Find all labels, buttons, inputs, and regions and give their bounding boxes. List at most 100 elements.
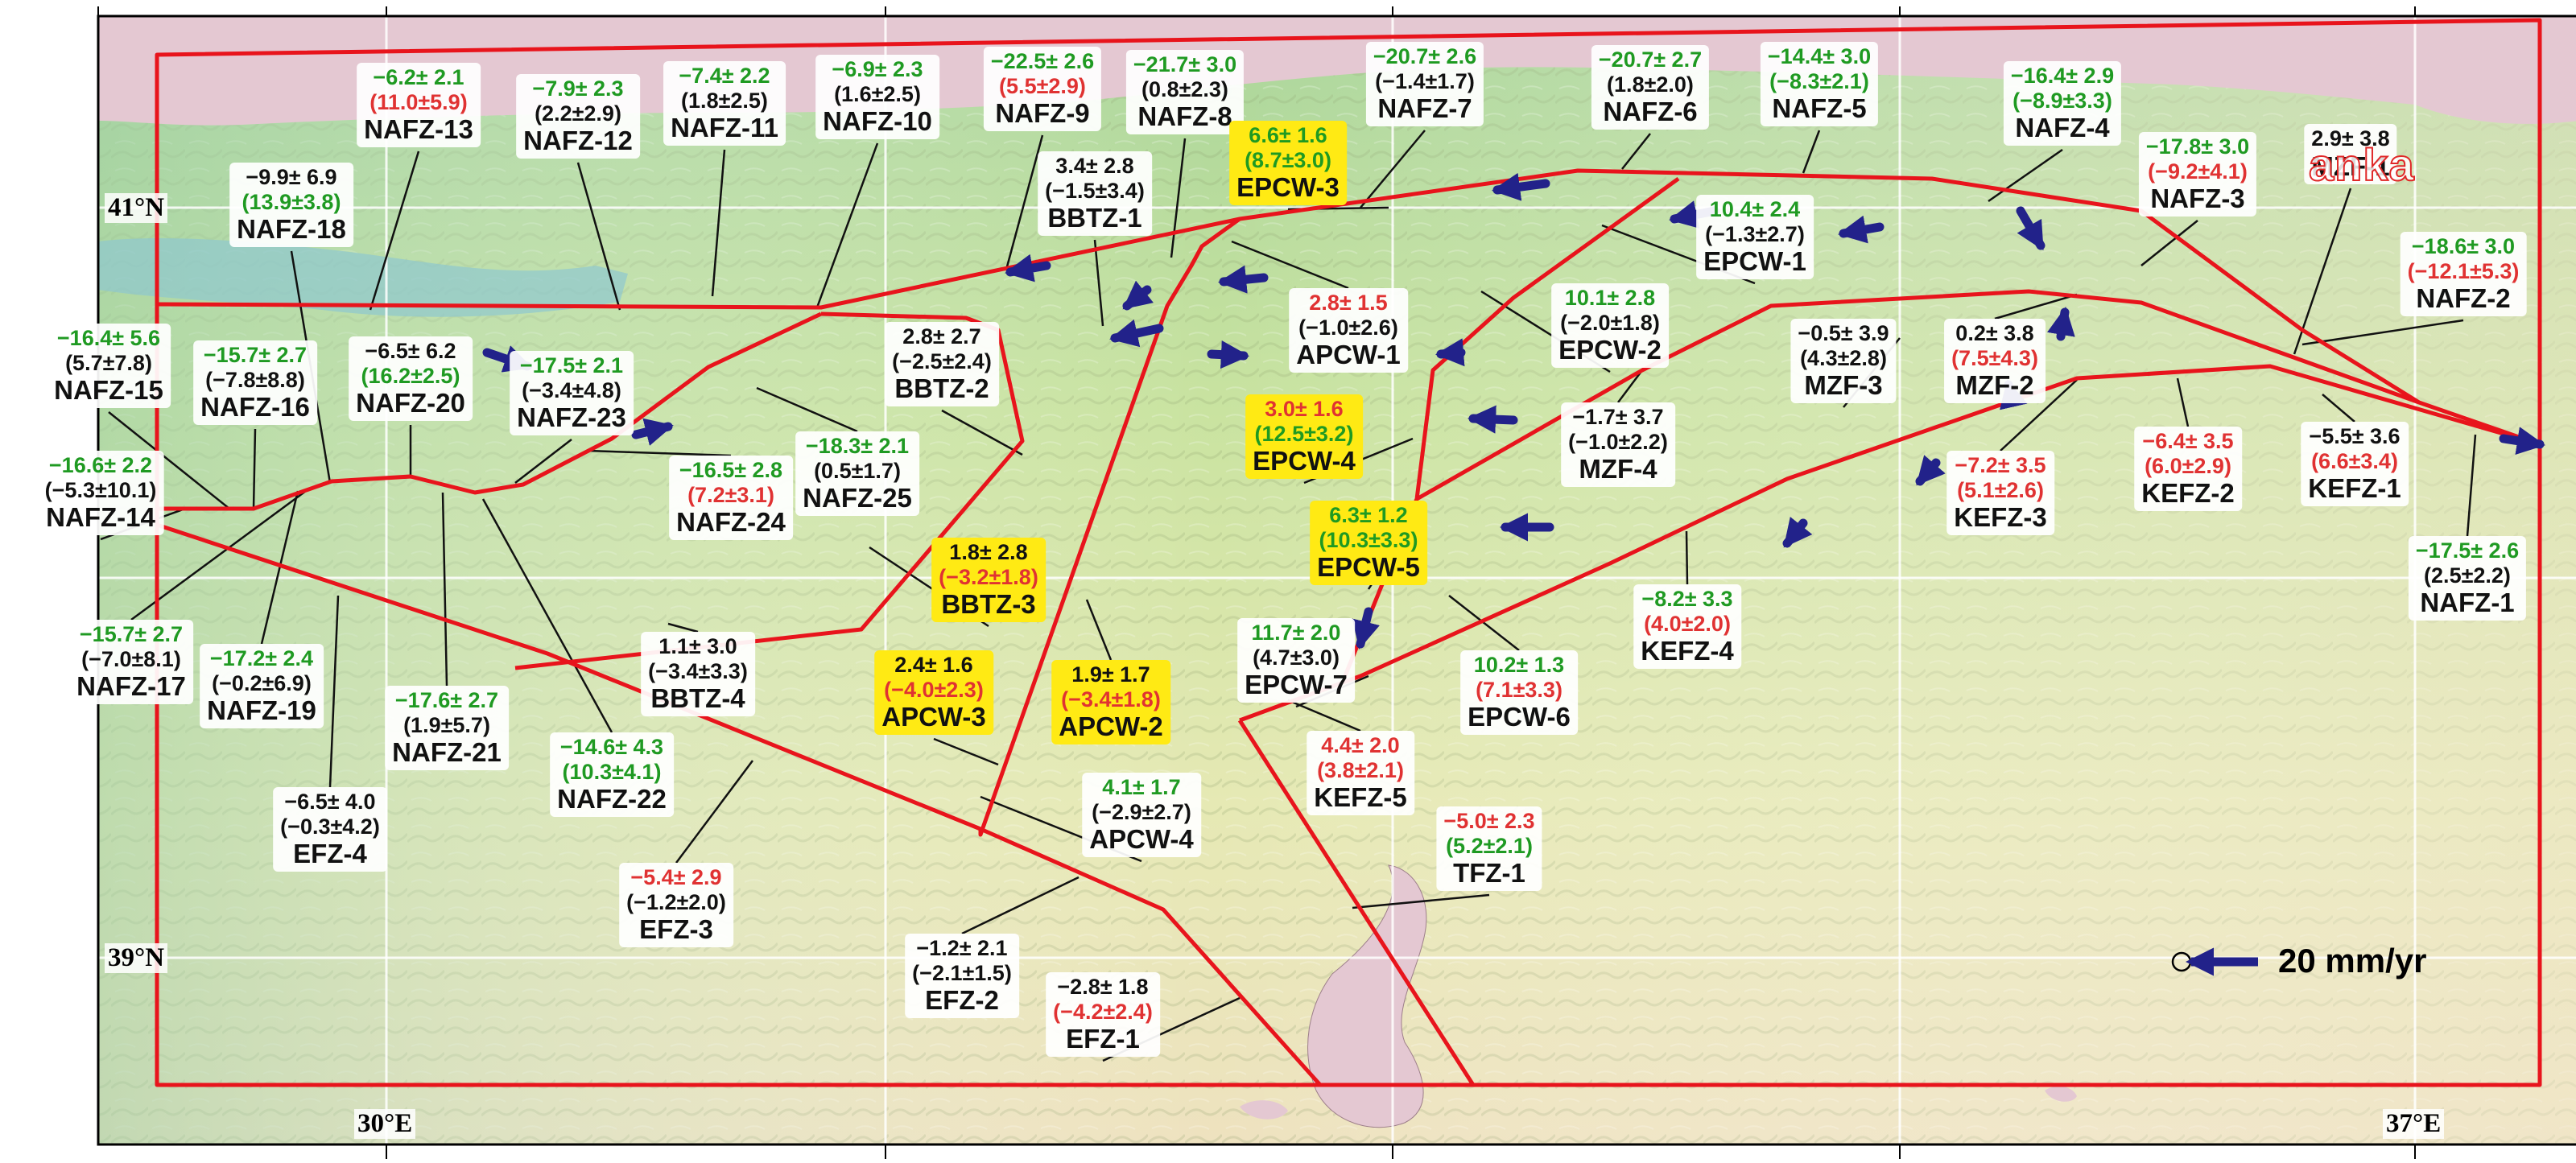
block-label-efz-3: −5.4± 2.9 (−1.2±2.0) EFZ-3 [619,863,733,948]
rate-value-bbtz-3: 1.8± 2.8 [949,540,1028,564]
block-label-nafz-23: −17.5± 2.1 (−3.4±4.8) NAFZ-23 [510,351,634,436]
block-name-nafz-18: NAFZ-18 [237,214,346,244]
block-name-kefz-5: KEFZ-5 [1314,782,1407,812]
rate-value-nafz-20: −6.5± 6.2 [365,339,456,363]
rate-value-nafz-3: −17.8± 3.0 [2145,134,2250,159]
rate-secondary-bbtz-4: (−3.4±3.3) [648,658,748,683]
rate-secondary-apcw-1: (−1.0±2.6) [1298,315,1398,340]
block-label-nafz-20: −6.5± 6.2 (16.2±2.5) NAFZ-20 [349,336,473,422]
rate-value-efz-1: −2.8± 1.8 [1057,975,1149,999]
rate-secondary-nafz-12: (2.2±2.9) [535,101,621,126]
rate-value-kefz-2: −6.4± 3.5 [2142,429,2234,453]
block-name-efz-4: EFZ-4 [293,839,367,868]
block-label-epcw-3: 6.6± 1.6 (8.7±3.0) EPCW-3 [1229,121,1347,206]
block-name-efz-1: EFZ-1 [1066,1024,1140,1054]
rate-value-nafz-23: −17.5± 2.1 [519,353,624,377]
rate-secondary-nafz-22: (10.3±4.1) [562,759,662,784]
block-label-tfz-1: −5.0± 2.3 (5.2±2.1) TFZ-1 [1436,806,1542,892]
rate-secondary-nafz-5: (−8.3±2.1) [1769,68,1869,93]
block-label-nafz-14: −16.6± 2.2 (−5.3±10.1) NAFZ-14 [37,451,164,536]
rate-secondary-nafz-10: (1.6±2.5) [834,81,921,106]
block-label-nafz-9: −22.5± 2.6 (5.5±2.9) NAFZ-9 [983,47,1102,132]
block-name-mzf-2: MZF-2 [1955,370,2034,400]
rate-secondary-tfz-1: (5.2±2.1) [1446,833,1533,858]
block-name-epcw-2: EPCW-2 [1558,335,1662,365]
rate-secondary-kefz-2: (6.0±2.9) [2145,453,2231,478]
block-label-bbtz-2: 2.8± 2.7 (−2.5±2.4) BBTZ-2 [885,322,999,407]
block-label-nafz-4: −16.4± 2.9 (−8.9±3.3) NAFZ-4 [2003,61,2122,146]
rate-value-bbtz-1: 3.4± 2.8 [1055,154,1134,178]
block-label-nafz-5: −14.4± 3.0 (−8.3±2.1) NAFZ-5 [1760,42,1879,127]
block-label-mzf-3: −0.5± 3.9 (4.3±2.8) MZF-3 [1790,319,1897,404]
rate-secondary-nafz-2: (−12.1±5.3) [2407,258,2520,283]
block-name-efz-2: EFZ-2 [925,985,999,1015]
block-name-nafz-17: NAFZ-17 [76,671,186,701]
block-label-kefz-5: 4.4± 2.0 (3.8±2.1) KEFZ-5 [1307,731,1414,816]
rate-value-epcw-6: 10.2± 1.3 [1473,653,1565,677]
rate-value-kefz-3: −7.2± 3.5 [1955,453,2046,477]
block-label-nafz-10: −6.9± 2.3 (1.6±2.5) NAFZ-10 [815,55,939,140]
block-name-epcw-7: EPCW-7 [1245,670,1348,699]
rate-secondary-nafz-7: (−1.4±1.7) [1375,68,1475,93]
block-label-kefz-4: −8.2± 3.3 (4.0±2.0) KEFZ-4 [1633,584,1741,670]
rate-value-nafz-12: −7.9± 2.3 [532,76,624,101]
rate-value-mzf-4: −1.7± 3.7 [1572,405,1664,429]
rate-secondary-nafz-20: (16.2±2.5) [361,363,460,388]
rate-secondary-nafz-25: (0.5±1.7) [814,458,901,483]
block-label-nafz-25: −18.3± 2.1 (0.5±1.7) NAFZ-25 [795,431,919,517]
block-name-nafz-9: NAFZ-9 [995,98,1090,128]
rate-secondary-bbtz-3: (−3.2±1.8) [939,564,1038,589]
block-name-nafz-1: NAFZ-1 [2420,588,2515,617]
rate-secondary-bbtz-1: (−1.5±3.4) [1045,178,1145,203]
rate-secondary-mzf-4: (−1.0±2.2) [1568,429,1668,454]
rate-value-kefz-1: −5.5± 3.6 [2309,424,2401,448]
rate-value-nafz-16: −15.7± 2.7 [203,343,308,367]
rate-value-nafz-11: −7.4± 2.2 [679,64,770,88]
block-label-mzf-4: −1.7± 3.7 (−1.0±2.2) MZF-4 [1561,402,1675,488]
block-label-nafz-19: −17.2± 2.4 (−0.2±6.9) NAFZ-19 [200,644,324,729]
block-name-nafz-22: NAFZ-22 [557,784,667,814]
block-name-nafz-24: NAFZ-24 [676,507,786,537]
rate-secondary-nafz-4: (−8.9±3.3) [2013,88,2112,113]
rate-secondary-mzf-2: (7.5±4.3) [1951,345,2038,370]
rate-value-nafz-2: −18.6± 3.0 [2411,234,2516,258]
block-label-nafz-3: −17.8± 3.0 (−9.2±4.1) NAFZ-3 [2138,132,2257,217]
block-label-nafz-2: −18.6± 3.0 (−12.1±5.3) NAFZ-2 [2400,232,2527,317]
rate-value-epcw-5: 6.3± 1.2 [1329,503,1408,527]
velocity-arrow [2047,307,2075,341]
rate-value-kefz-4: −8.2± 3.3 [1641,587,1733,611]
rate-value-epcw-1: 10.4± 2.4 [1709,197,1801,221]
rate-secondary-nafz-14: (−5.3±10.1) [44,477,157,502]
rate-secondary-efz-4: (−0.3±4.2) [280,814,380,839]
block-label-efz-4: −6.5± 4.0 (−0.3±4.2) EFZ-4 [273,787,387,872]
block-label-apcw-4: 4.1± 1.7 (−2.9±2.7) APCW-4 [1082,773,1201,858]
block-name-epcw-6: EPCW-6 [1468,702,1571,732]
block-label-epcw-1: 10.4± 2.4 (−1.3±2.7) EPCW-1 [1696,195,1814,280]
block-name-nafz-3: NAFZ-3 [2150,184,2245,213]
rate-secondary-efz-3: (−1.2±2.0) [626,889,726,914]
block-name-mzf-3: MZF-3 [1804,370,1883,400]
rate-value-nafz-6: −20.7± 2.7 [1598,47,1703,72]
block-label-bbtz-1: 3.4± 2.8 (−1.5±3.4) BBTZ-1 [1038,151,1152,237]
rate-value-nafz-21: −17.6± 2.7 [394,688,499,712]
rate-secondary-epcw-6: (7.1±3.3) [1476,677,1563,702]
block-label-apcw-3: 2.4± 1.6 (−4.0±2.3) APCW-3 [874,650,993,736]
block-label-efz-1: −2.8± 1.8 (−4.2±2.4) EFZ-1 [1046,972,1160,1058]
block-label-epcw-7: 11.7± 2.0 (4.7±3.0) EPCW-7 [1237,618,1355,703]
rate-value-apcw-2: 1.9± 1.7 [1071,662,1150,687]
block-label-nafz-11: −7.4± 2.2 (1.8±2.5) NAFZ-11 [663,61,786,146]
rate-value-nafz-4: −16.4± 2.9 [2010,64,2115,88]
block-name-nafz-19: NAFZ-19 [207,695,316,725]
rate-value-nafz-8: −21.7± 3.0 [1133,52,1237,76]
rate-value-bbtz-4: 1.1± 3.0 [658,634,737,658]
block-name-nafz-8: NAFZ-8 [1137,101,1232,131]
rate-secondary-efz-1: (−4.2±2.4) [1053,999,1153,1024]
rate-secondary-nafz-9: (5.5±2.9) [999,73,1086,98]
block-label-nafz-22: −14.6± 4.3 (10.3±4.1) NAFZ-22 [550,732,674,818]
rate-value-nafz-9: −22.5± 2.6 [990,49,1095,73]
rate-secondary-epcw-2: (−2.0±1.8) [1560,310,1660,335]
rate-value-efz-3: −5.4± 2.9 [630,865,722,889]
rate-value-nafz-13: −6.2± 2.1 [373,65,464,89]
block-label-nafz-7: −20.7± 2.6 (−1.4±1.7) NAFZ-7 [1365,42,1484,127]
block-name-nafz-15: NAFZ-15 [54,375,163,405]
